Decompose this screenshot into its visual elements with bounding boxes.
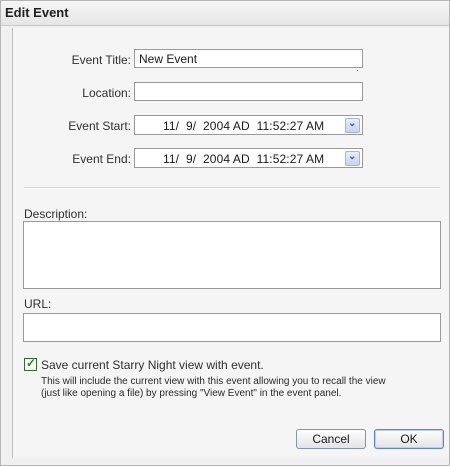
checkmark-icon: ✓ [26,356,37,370]
event-end-picker[interactable]: 11/ 9/ 2004 AD 11:52:27 AM ⌄ [134,148,363,168]
save-view-note: This will include the current view with … [41,376,386,399]
description-textarea[interactable] [23,221,441,289]
save-view-checkbox[interactable]: ✓ [24,356,37,371]
event-title-input[interactable] [134,49,363,68]
section-divider [24,187,440,189]
event-start-label: Event Start: [68,119,131,133]
location-input[interactable] [134,82,363,101]
title-bar: Edit Event [1,1,449,26]
url-input[interactable] [23,313,441,342]
cancel-button[interactable]: Cancel [296,429,366,449]
url-label: URL: [24,297,52,311]
event-title-label: Event Title: [71,53,131,67]
event-start-dropdown-button[interactable]: ⌄ [345,118,360,133]
edit-event-window: Edit Event Event Title: Location: Event … [0,0,450,466]
event-start-picker[interactable]: 11/ 9/ 2004 AD 11:52:27 AM ⌄ [134,115,363,135]
event-end-dropdown-button[interactable]: ⌄ [345,151,360,166]
decorative-dot [357,70,358,71]
event-end-value: 11/ 9/ 2004 AD 11:52:27 AM [163,152,325,166]
chevron-down-icon: ⌄ [348,151,357,162]
event-end-label: Event End: [72,152,131,166]
event-start-value: 11/ 9/ 2004 AD 11:52:27 AM [163,119,325,133]
description-label: Description: [24,207,88,221]
ok-button[interactable]: OK [374,429,444,449]
window-title: Edit Event [5,5,69,20]
location-label: Location: [82,86,131,100]
save-view-label[interactable]: Save current Starry Night view with even… [41,358,264,372]
chevron-down-icon: ⌄ [348,118,357,129]
